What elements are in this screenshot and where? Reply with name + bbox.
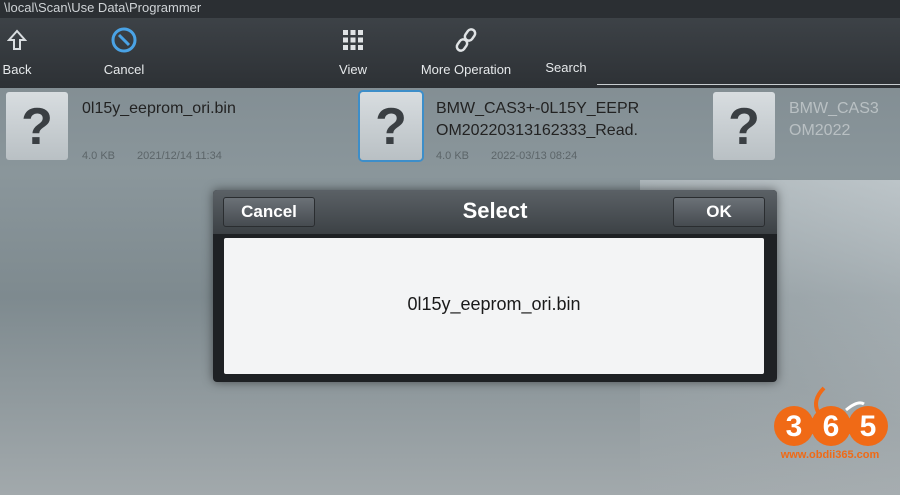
search-label-box: Search: [538, 56, 594, 84]
back-button[interactable]: Back: [0, 24, 34, 84]
unknown-file-icon: ?: [6, 92, 68, 160]
cancel-toolbar-button[interactable]: Cancel: [92, 24, 156, 84]
svg-text:?: ?: [728, 100, 760, 152]
file-item[interactable]: ? BMW_CAS3 OM2022: [713, 92, 900, 172]
unknown-file-icon: ?: [713, 92, 775, 160]
search-label: Search: [545, 60, 587, 75]
path-bar: \local\Scan\Use Data\Programmer: [0, 0, 900, 18]
svg-text:?: ?: [21, 100, 53, 152]
svg-text:3: 3: [786, 410, 803, 443]
view-button[interactable]: View: [333, 24, 373, 84]
more-operation-button[interactable]: More Operation: [410, 24, 522, 84]
unknown-file-icon: ?: [360, 92, 422, 160]
file-item[interactable]: ? BMW_CAS3+-0L15Y_EEPR OM20220313162333_…: [360, 92, 700, 172]
svg-text:5: 5: [860, 410, 877, 443]
arrow-up-icon: [0, 24, 34, 56]
cancel-circle-icon: [92, 24, 156, 56]
more-operation-label: More Operation: [420, 62, 512, 77]
cancel-toolbar-label: Cancel: [103, 62, 145, 77]
dialog-cancel-button[interactable]: Cancel: [223, 197, 315, 227]
search-underline: [597, 84, 900, 85]
file-meta: 4.0 KB 2021/12/14 11:34: [82, 150, 244, 162]
path-text: \local\Scan\Use Data\Programmer: [4, 0, 202, 15]
file-meta: 4.0 KB 2022-03/13 08:24: [436, 150, 599, 162]
watermark-url: www.obdii365.com: [780, 449, 880, 461]
search-input[interactable]: [597, 56, 900, 84]
file-size: 4.0 KB: [436, 150, 470, 162]
dialog-message: 0l15y_eeprom_ori.bin: [407, 294, 581, 314]
grid-view-icon: [333, 24, 373, 56]
file-date: 2021/12/14 11:34: [137, 150, 222, 162]
file-name: BMW_CAS3+-0L15Y_EEPR OM20220313162333_Re…: [436, 100, 640, 139]
file-size: 4.0 KB: [82, 150, 116, 162]
file-name: 0l15y_eeprom_ori.bin: [82, 100, 236, 117]
file-date: 2022-03/13 08:24: [491, 150, 578, 162]
toolbar: Back Cancel View More Operation Search: [0, 18, 900, 88]
dialog-body: 0l15y_eeprom_ori.bin: [224, 238, 764, 374]
file-name: BMW_CAS3 OM2022: [789, 100, 879, 139]
dialog-header: Select Cancel OK: [213, 190, 777, 234]
back-label: Back: [2, 62, 32, 77]
file-item[interactable]: ? 0l15y_eeprom_ori.bin 4.0 KB 2021/12/14 …: [6, 92, 346, 172]
dialog-ok-button[interactable]: OK: [673, 197, 765, 227]
link-icon: [410, 24, 522, 56]
svg-text:?: ?: [375, 100, 407, 152]
svg-text:6: 6: [823, 410, 840, 443]
select-dialog: Select Cancel OK 0l15y_eeprom_ori.bin: [213, 190, 777, 382]
view-label: View: [339, 62, 367, 77]
